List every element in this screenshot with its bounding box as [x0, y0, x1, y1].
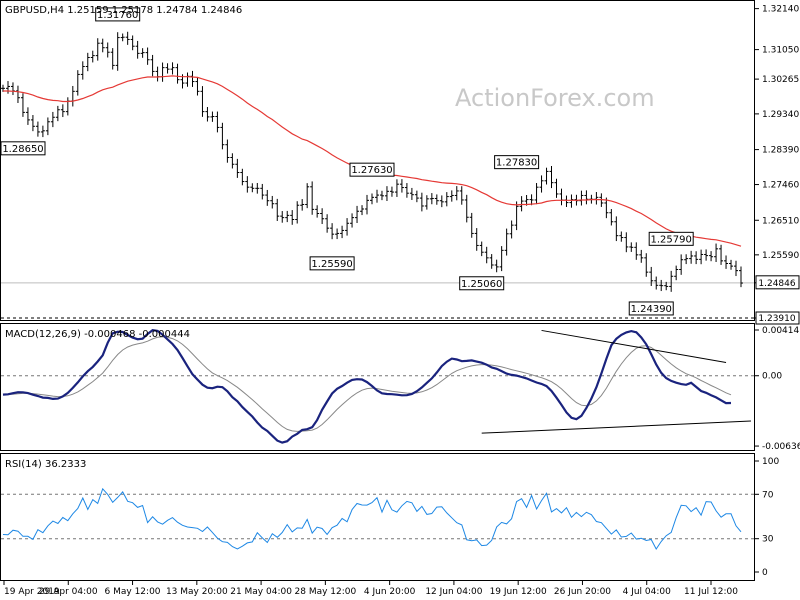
annotation-label: 1.27630 — [351, 165, 392, 176]
time-tick-label: 4 Jun 20:00 — [364, 587, 416, 597]
time-tick-label: 12 Jun 04:00 — [425, 587, 482, 597]
rsi-tick-label: 0 — [762, 568, 768, 578]
rsi-tick-label: 100 — [762, 457, 779, 467]
price-tick-label: 1.31050 — [762, 46, 799, 56]
annotation-label: 1.27830 — [496, 158, 537, 169]
time-tick-label: 29 Apr 04:00 — [39, 587, 98, 597]
macd-plot — [1, 329, 754, 444]
time-tick-label: 11 Jul 12:00 — [684, 587, 738, 597]
rsi-pane-frame — [0, 453, 755, 581]
rsi-line — [2, 487, 742, 550]
price-tick-label: 1.27460 — [762, 181, 799, 191]
price-pane-title: GBPUSD,H4 1.25159 1.25178 1.24784 1.2484… — [5, 5, 242, 16]
price-pane-frame — [0, 0, 755, 321]
time-tick-label: 4 Jul 04:00 — [623, 587, 672, 597]
price-markers: 1.24846 1.23910 — [755, 275, 800, 325]
annotation-label: 1.24390 — [631, 304, 672, 315]
price-tick-label: 1.29340 — [762, 110, 799, 120]
time-axis: 19 Apr 201929 Apr 04:00 6 May 12:00 13 May… — [3, 581, 738, 597]
macd-tick-label: 0.00 — [762, 372, 782, 382]
time-tick-label: 21 May 04:00 — [230, 587, 292, 597]
annotation-label: 1.28650 — [2, 144, 43, 155]
rsi-tick-label: 30 — [762, 535, 774, 545]
macd-tick-label: 0.004141 — [762, 326, 800, 336]
rsi-axis: 100 70 30 0 — [755, 457, 779, 578]
rsi-pane-title: RSI(14) 36.2333 — [5, 459, 86, 470]
macd-pane-frame — [0, 323, 755, 451]
price-tick-label: 1.25590 — [762, 251, 799, 261]
rsi-plot — [1, 487, 754, 550]
price-tick-label: 1.28390 — [762, 146, 799, 156]
macd-line — [2, 329, 732, 444]
price-annotations: 1.317601.286501.276301.255901.278301.250… — [0, 7, 694, 316]
price-tick-label: 1.32140 — [762, 5, 799, 15]
price-bars — [1, 31, 743, 292]
support-price-label: 1.23910 — [758, 314, 795, 324]
watermark: ActionForex.com — [455, 84, 655, 112]
current-price-label: 1.24846 — [758, 279, 795, 289]
annotation-label: 1.25790 — [651, 234, 692, 245]
macd-axis: 0.004141 0.00 -0.006365 — [755, 326, 800, 452]
macd-signal-line — [2, 336, 732, 432]
macd-trendline — [541, 329, 727, 363]
price-tick-label: 1.26510 — [762, 216, 799, 226]
time-tick-label: 28 May 12:00 — [295, 587, 357, 597]
time-tick-label: 26 Jun 20:00 — [554, 587, 611, 597]
time-tick-label: 19 Jun 12:00 — [490, 587, 547, 597]
macd-pane-title: MACD(12,26,9) -0.000468 -0.000444 — [5, 329, 190, 340]
price-tick-label: 1.30265 — [762, 75, 799, 85]
macd-tick-label: -0.006365 — [762, 442, 800, 452]
time-tick-label: 13 May 20:00 — [166, 587, 228, 597]
forex-chart: ActionForex.com 1.32140 1.31050 1.30265 1.2… — [0, 0, 800, 597]
rsi-tick-label: 70 — [762, 490, 774, 500]
annotation-label: 1.25590 — [311, 259, 352, 270]
time-tick-label: 6 May 12:00 — [105, 587, 161, 597]
annotation-label: 1.25060 — [461, 279, 502, 290]
macd-trendline — [481, 420, 751, 434]
